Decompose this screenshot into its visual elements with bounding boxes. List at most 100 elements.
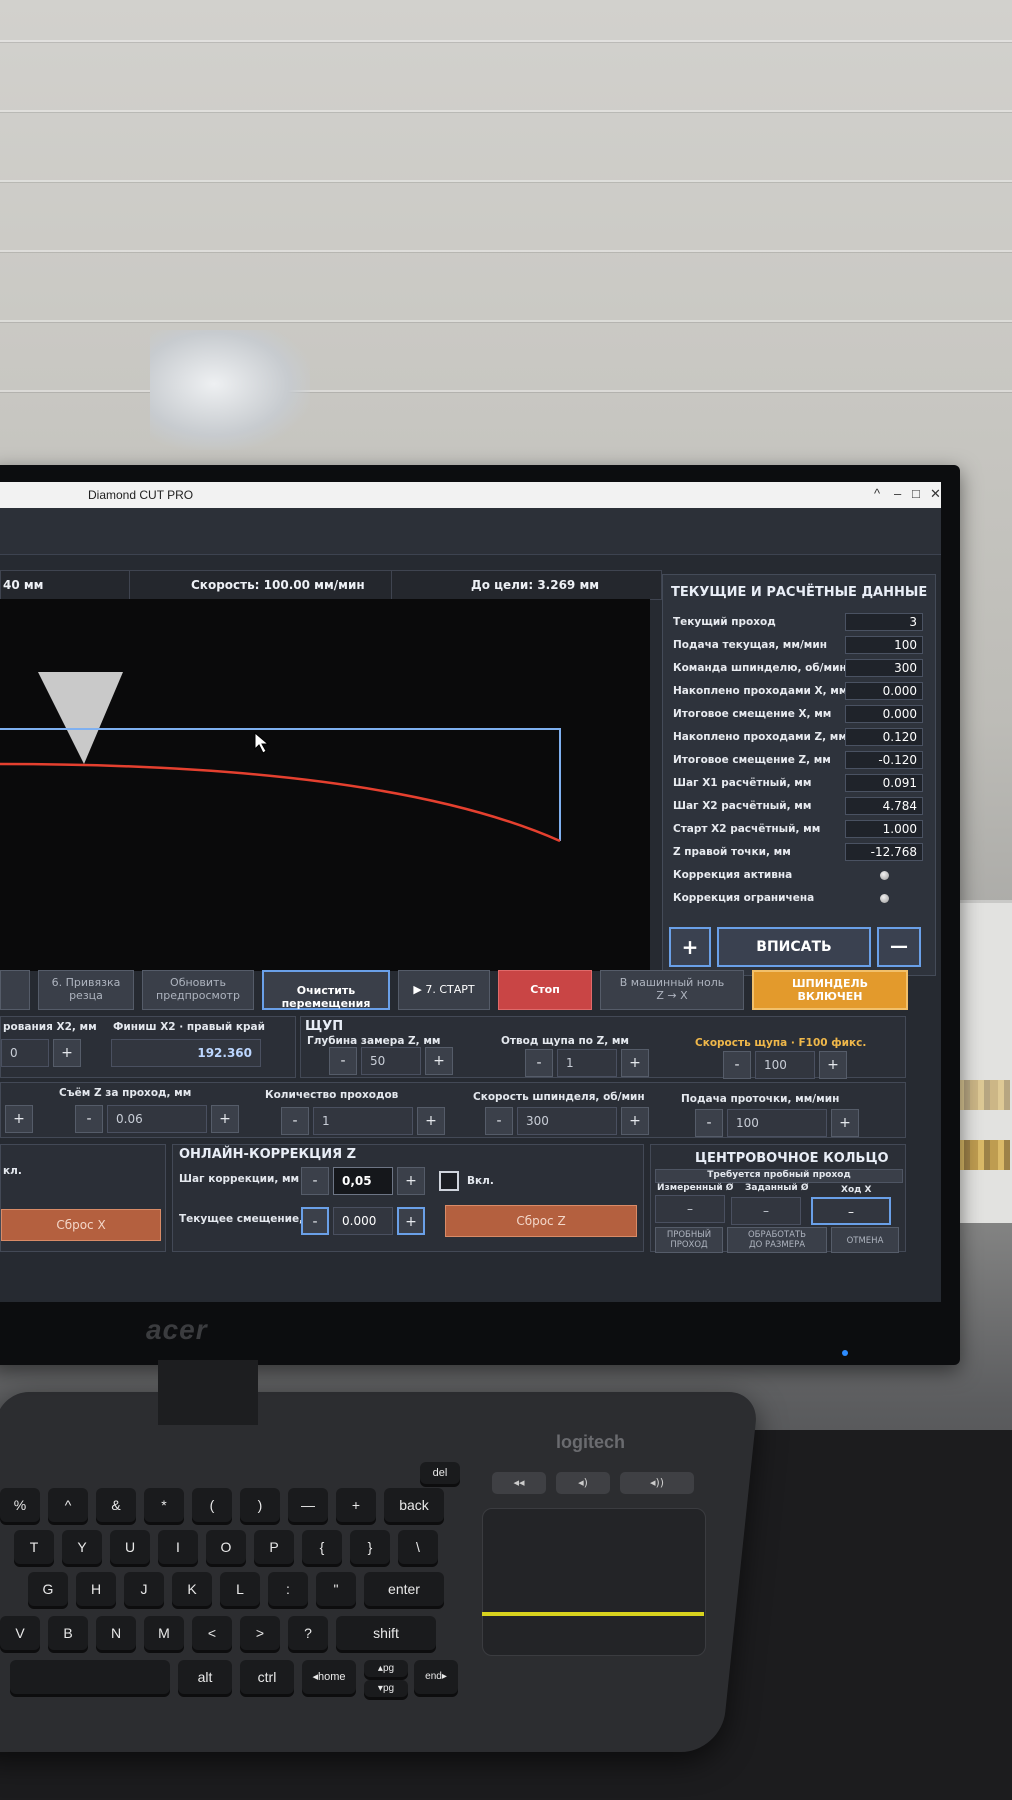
key[interactable]: J [124, 1572, 164, 1606]
machine-zero-button[interactable]: В машинный ноль Z → X [600, 970, 744, 1010]
clear-moves-button[interactable]: Очистить перемещения [262, 970, 390, 1010]
increment-button[interactable]: + [211, 1105, 239, 1133]
spindle-button[interactable]: ШПИНДЕЛЬ ВКЛЮЧЕН [752, 970, 908, 1010]
test-pass-button[interactable]: ПРОБНЫЙ ПРОХОД [655, 1227, 723, 1253]
cancel-button[interactable]: ОТМЕНА [831, 1227, 899, 1253]
process-to-size-button[interactable]: ОБРАБОТАТЬ ДО РАЗМЕРА [727, 1227, 827, 1253]
pass-count-input[interactable]: 1 [313, 1107, 413, 1135]
increment-button[interactable]: + [397, 1207, 425, 1235]
key[interactable]: * [144, 1488, 184, 1522]
step-input[interactable]: 0,05 [333, 1167, 393, 1195]
key[interactable]: N [96, 1616, 136, 1650]
key[interactable]: { [302, 1530, 342, 1564]
key[interactable]: O [206, 1530, 246, 1564]
feed-input[interactable]: 100 [727, 1109, 827, 1137]
home-key[interactable]: ◂home [302, 1660, 356, 1694]
plus-button[interactable]: + [669, 927, 711, 967]
delete-key[interactable]: del [420, 1462, 460, 1484]
decrement-button[interactable]: - [301, 1167, 329, 1195]
key[interactable]: + [336, 1488, 376, 1522]
key[interactable]: P [254, 1530, 294, 1564]
space-key[interactable] [10, 1660, 170, 1694]
key[interactable]: L [220, 1572, 260, 1606]
finish-x2-input[interactable]: 192.360 [111, 1039, 261, 1067]
media-key-volume[interactable]: ◂) [556, 1472, 610, 1494]
decrement-button[interactable]: - [75, 1105, 103, 1133]
target-input[interactable]: – [731, 1197, 801, 1225]
page-up-key[interactable]: ▴pg [364, 1660, 408, 1677]
increment-button[interactable]: + [5, 1105, 33, 1133]
decrement-button[interactable]: - [485, 1107, 513, 1135]
start-button[interactable]: ▶ 7. СТАРТ [398, 970, 490, 1010]
decrement-button[interactable]: - [301, 1207, 329, 1235]
key[interactable]: % [0, 1488, 40, 1522]
collapse-icon[interactable]: ^ [874, 486, 880, 501]
media-key-volume-up[interactable]: ◂)) [620, 1472, 694, 1494]
key[interactable]: M [144, 1616, 184, 1650]
reset-x-button[interactable]: Сброс X [1, 1209, 161, 1241]
key[interactable]: — [288, 1488, 328, 1522]
media-key-prev[interactable]: ◂◂ [492, 1472, 546, 1494]
increment-button[interactable]: + [425, 1047, 453, 1075]
key[interactable]: } [350, 1530, 390, 1564]
toolbar-button-partial[interactable] [0, 970, 30, 1010]
measured-input[interactable]: – [655, 1195, 725, 1223]
key[interactable]: G [28, 1572, 68, 1606]
key[interactable]: & [96, 1488, 136, 1522]
decrement-button[interactable]: - [525, 1049, 553, 1077]
alt-key[interactable]: alt [178, 1660, 232, 1694]
enable-checkbox[interactable] [439, 1171, 459, 1191]
ctrl-key[interactable]: ctrl [240, 1660, 294, 1694]
decrement-button[interactable]: - [723, 1051, 751, 1079]
key[interactable]: I [158, 1530, 198, 1564]
decrement-button[interactable]: - [329, 1047, 357, 1075]
minimize-icon[interactable]: – [894, 486, 901, 501]
travel-input[interactable]: – [811, 1197, 891, 1225]
stop-button[interactable]: Стоп [498, 970, 592, 1010]
end-key[interactable]: end▸ [414, 1660, 458, 1694]
increment-button[interactable]: + [621, 1049, 649, 1077]
toolpath-preview[interactable] [0, 599, 650, 971]
decrement-button[interactable]: - [695, 1109, 723, 1137]
key[interactable]: B [48, 1616, 88, 1650]
page-down-key[interactable]: ▾pg [364, 1680, 408, 1697]
key[interactable]: > [240, 1616, 280, 1650]
probe-depth-input[interactable]: 50 [361, 1047, 421, 1075]
decrement-button[interactable]: - [281, 1107, 309, 1135]
key[interactable]: ) [240, 1488, 280, 1522]
z-removal-input[interactable]: 0.06 [107, 1105, 207, 1133]
increment-button[interactable]: + [819, 1051, 847, 1079]
key[interactable]: ^ [48, 1488, 88, 1522]
key[interactable]: K [172, 1572, 212, 1606]
inscribe-button[interactable]: ВПИСАТЬ [717, 927, 871, 967]
increment-button[interactable]: + [831, 1109, 859, 1137]
increment-button[interactable]: + [397, 1167, 425, 1195]
key[interactable]: ( [192, 1488, 232, 1522]
increment-button[interactable]: + [417, 1107, 445, 1135]
increment-button[interactable]: + [53, 1039, 81, 1067]
key[interactable]: H [76, 1572, 116, 1606]
bind-cutter-button[interactable]: 6. Привязка резца [38, 970, 134, 1010]
shift-key[interactable]: shift [336, 1616, 436, 1650]
offset-input[interactable]: 0.000 [333, 1207, 393, 1235]
restore-icon[interactable]: □ [912, 486, 920, 501]
key[interactable]: < [192, 1616, 232, 1650]
key[interactable]: T [14, 1530, 54, 1564]
enter-key[interactable]: enter [364, 1572, 444, 1606]
key[interactable]: V [0, 1616, 40, 1650]
close-icon[interactable]: ✕ [930, 486, 941, 502]
refresh-preview-button[interactable]: Обновить предпросмотр [142, 970, 254, 1010]
increment-button[interactable]: + [621, 1107, 649, 1135]
key[interactable]: : [268, 1572, 308, 1606]
spindle-speed-input[interactable]: 300 [517, 1107, 617, 1135]
x2-start-input[interactable]: 0 [1, 1039, 49, 1067]
reset-z-button[interactable]: Сброс Z [445, 1205, 637, 1237]
probe-speed-input[interactable]: 100 [755, 1051, 815, 1079]
key[interactable]: ? [288, 1616, 328, 1650]
minus-button[interactable]: — [877, 927, 921, 967]
key[interactable]: U [110, 1530, 150, 1564]
backspace-key[interactable]: back [384, 1488, 444, 1522]
probe-retract-input[interactable]: 1 [557, 1049, 617, 1077]
touchpad[interactable] [482, 1508, 706, 1656]
key[interactable]: \ [398, 1530, 438, 1564]
